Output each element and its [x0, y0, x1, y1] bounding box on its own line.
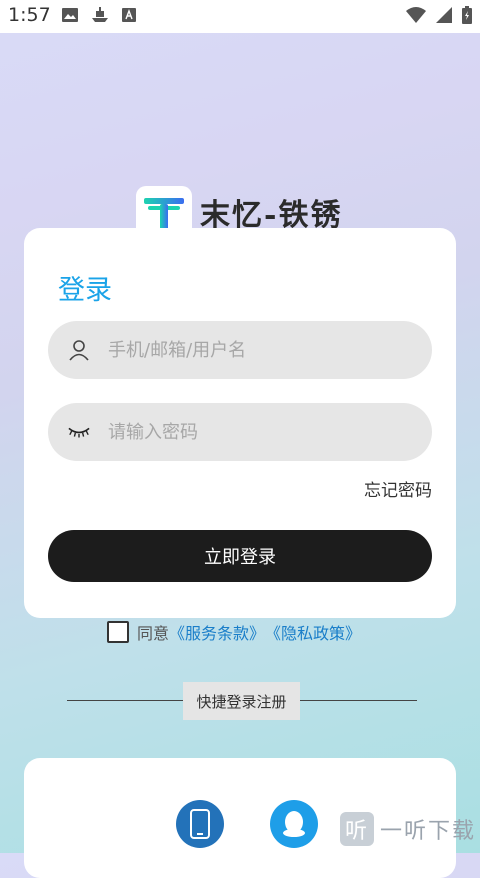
watermark: 听 一听下载: [339, 812, 476, 846]
username-field[interactable]: [48, 321, 432, 379]
privacy-link[interactable]: 《隐私政策》: [265, 620, 361, 644]
status-bar: 1:57: [0, 0, 480, 33]
status-time: 1:57: [8, 4, 51, 26]
divider-left: [67, 700, 183, 701]
signal-icon: [436, 7, 452, 23]
login-card: 登录 忘记密码 立即登录: [24, 228, 456, 618]
ship-icon: [92, 7, 108, 22]
forgot-password-link[interactable]: 忘记密码: [364, 476, 432, 501]
image-icon: [62, 8, 78, 22]
eye-closed-icon[interactable]: [68, 421, 90, 443]
divider-right: [300, 700, 417, 701]
password-input[interactable]: [106, 420, 400, 444]
terms-link[interactable]: 《服务条款》: [169, 620, 265, 644]
agree-checkbox[interactable]: [107, 621, 129, 643]
login-button[interactable]: 立即登录: [48, 530, 432, 582]
battery-icon: [462, 6, 472, 24]
agree-label: 同意: [137, 624, 170, 643]
quick-login-label: 快捷登录注册: [183, 682, 300, 720]
watermark-logo: 听: [339, 812, 374, 846]
status-right-icons: [406, 6, 472, 24]
login-title: 登录: [58, 275, 112, 306]
logo-t-icon: [144, 198, 184, 230]
qq-login-button[interactable]: [270, 800, 318, 848]
phone-login-button[interactable]: [176, 800, 224, 848]
agreement-row: 同意 《服务条款》 《隐私政策》: [107, 620, 361, 644]
phone-icon: [190, 809, 210, 839]
watermark-text: 一听下载: [379, 819, 476, 844]
font-icon: [122, 8, 136, 22]
username-input[interactable]: [106, 338, 400, 362]
wifi-icon: [406, 7, 426, 23]
qq-icon: [283, 811, 305, 837]
status-left-icons: [62, 7, 136, 23]
password-field[interactable]: [48, 403, 432, 461]
user-icon: [68, 339, 90, 361]
